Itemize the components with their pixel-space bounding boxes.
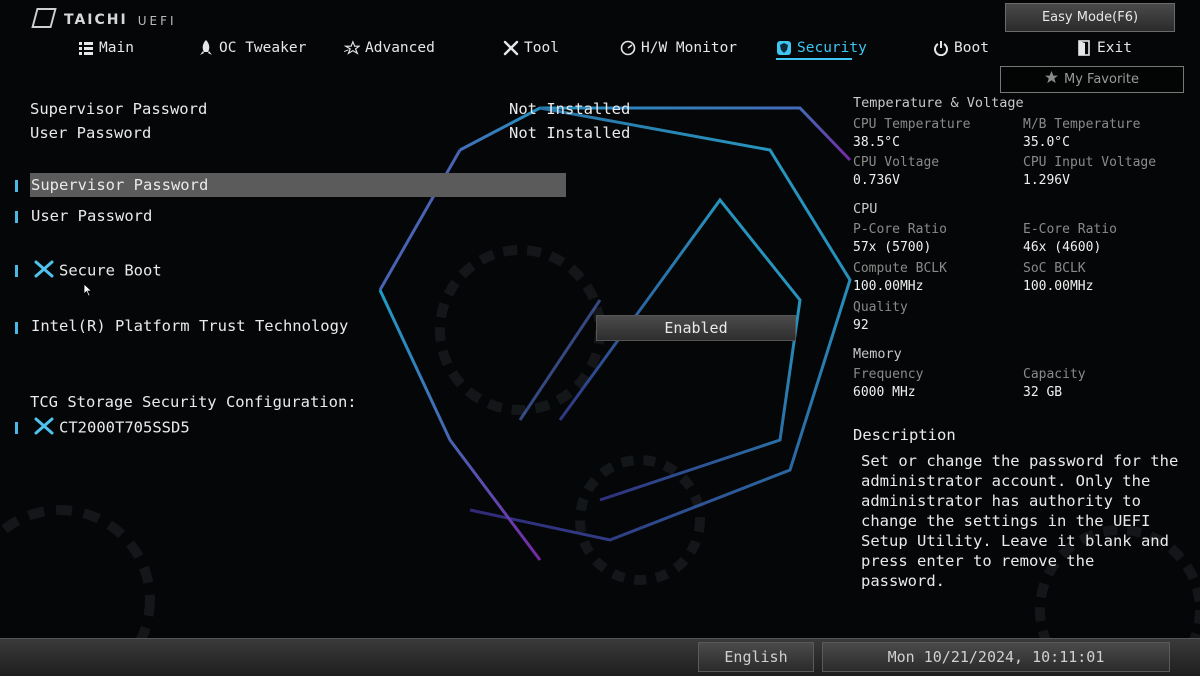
easy-mode-button[interactable]: Easy Mode(F6): [1005, 3, 1175, 32]
logo-sub-text: UEFI: [137, 14, 177, 28]
memory-frequency-value: 6000 MHz: [853, 385, 916, 400]
my-favorite-label: My Favorite: [1064, 72, 1139, 87]
supervisor-status-value: Not Installed: [509, 100, 631, 118]
item-marker: [15, 422, 18, 434]
tab-boot[interactable]: Boot: [933, 36, 989, 60]
secure-boot-label: Secure Boot: [59, 261, 162, 280]
tab-main[interactable]: Main: [78, 36, 134, 60]
user-password-item[interactable]: User Password: [31, 207, 152, 225]
item-marker: [15, 180, 18, 192]
user-status-label: User Password: [30, 124, 152, 142]
tab-boot-label: Boot: [954, 40, 989, 56]
star-icon: [344, 40, 360, 56]
item-marker: [15, 322, 18, 334]
supervisor-status-label: Supervisor Password: [30, 100, 208, 118]
ptt-value-select[interactable]: Enabled: [596, 315, 796, 341]
secure-boot-item[interactable]: Secure Boot: [33, 259, 162, 283]
tab-tool-label: Tool: [524, 40, 559, 56]
tab-main-label: Main: [99, 40, 134, 56]
wrench-icon: [503, 40, 519, 56]
quality-label: Quality: [853, 300, 908, 315]
memory-capacity-label: Capacity: [1023, 367, 1086, 382]
logo-brand-text: TAICHI: [64, 12, 128, 28]
cpu-temp-label: CPU Temperature: [853, 117, 971, 132]
temp-voltage-title: Temperature & Voltage: [853, 95, 1024, 111]
compute-bclk-label: Compute BCLK: [853, 261, 947, 276]
item-marker: [15, 211, 18, 223]
brand-logo: TAICHI UEFI: [31, 8, 177, 28]
taichi-logo-icon: [31, 8, 57, 28]
tab-tool[interactable]: Tool: [503, 36, 559, 60]
tcg-heading: TCG Storage Security Configuration:: [30, 393, 357, 411]
soc-bclk-label: SoC BCLK: [1023, 261, 1086, 276]
mb-temp-label: M/B Temperature: [1023, 117, 1141, 132]
power-icon: [933, 40, 949, 56]
cpu-temp-value: 38.5°C: [853, 135, 900, 150]
tools-icon: [33, 259, 55, 283]
list-icon: [78, 40, 94, 56]
star-icon: [1045, 71, 1058, 88]
tab-hw-monitor-label: H/W Monitor: [641, 40, 738, 56]
my-favorite-button[interactable]: My Favorite: [1000, 66, 1184, 93]
tab-oc-tweaker-label: OC Tweaker: [219, 40, 307, 56]
ecore-ratio-label: E-Core Ratio: [1023, 222, 1117, 237]
mouse-cursor-icon: [83, 282, 93, 301]
tab-security[interactable]: Security: [776, 36, 867, 60]
pcore-ratio-value: 57x (5700): [853, 240, 932, 255]
cpu-voltage-value: 0.736V: [853, 173, 900, 188]
tools-icon: [33, 416, 55, 440]
tab-hw-monitor[interactable]: H/W Monitor: [620, 36, 737, 60]
datetime-display: Mon 10/21/2024, 10:11:01: [822, 642, 1170, 672]
item-marker: [15, 265, 18, 277]
cpu-input-voltage-label: CPU Input Voltage: [1023, 155, 1157, 170]
pcore-ratio-label: P-Core Ratio: [853, 222, 947, 237]
tab-security-label: Security: [797, 40, 867, 56]
rocket-icon: [198, 40, 214, 56]
quality-value: 92: [853, 318, 869, 333]
tab-advanced[interactable]: Advanced: [344, 36, 435, 60]
active-tab-indicator: [776, 58, 852, 60]
language-button[interactable]: English: [698, 642, 814, 672]
cpu-input-voltage-value: 1.296V: [1023, 173, 1070, 188]
tcg-device-label: CT2000T705SSD5: [59, 418, 190, 437]
supervisor-password-item[interactable]: Supervisor Password: [31, 176, 208, 194]
cpu-voltage-label: CPU Voltage: [853, 155, 940, 170]
tcg-device-item[interactable]: CT2000T705SSD5: [33, 416, 190, 440]
shield-icon: [776, 40, 792, 56]
user-status-value: Not Installed: [509, 124, 631, 142]
memory-frequency-label: Frequency: [853, 367, 924, 382]
soc-bclk-value: 100.00MHz: [1023, 279, 1094, 294]
compute-bclk-value: 100.00MHz: [853, 279, 924, 294]
description-title: Description: [853, 426, 956, 444]
description-text: Set or change the password for the admin…: [861, 452, 1179, 590]
memory-title: Memory: [853, 346, 902, 362]
tab-exit[interactable]: Exit: [1076, 36, 1132, 60]
memory-capacity-value: 32 GB: [1023, 385, 1063, 400]
tab-advanced-label: Advanced: [365, 40, 435, 56]
cpu-title: CPU: [853, 201, 878, 217]
gauge-icon: [620, 40, 636, 56]
tab-oc-tweaker[interactable]: OC Tweaker: [198, 36, 306, 60]
tab-exit-label: Exit: [1097, 40, 1132, 56]
mb-temp-value: 35.0°C: [1023, 135, 1070, 150]
exit-door-icon: [1076, 40, 1092, 56]
ptt-item-label[interactable]: Intel(R) Platform Trust Technology: [31, 317, 348, 335]
ecore-ratio-value: 46x (4600): [1023, 240, 1102, 255]
